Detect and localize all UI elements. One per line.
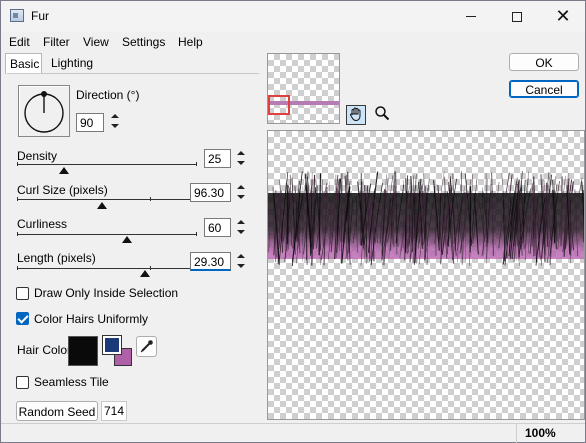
draw-only-inside-label[interactable]: Draw Only Inside Selection bbox=[34, 286, 178, 300]
eyedropper-icon bbox=[140, 340, 153, 353]
direction-spinner[interactable] bbox=[109, 112, 121, 131]
curliness-input[interactable]: 60 bbox=[204, 218, 231, 237]
density-slider-thumb[interactable] bbox=[59, 167, 69, 174]
seamless-tile-label[interactable]: Seamless Tile bbox=[34, 375, 109, 389]
close-icon: ✕ bbox=[555, 6, 571, 27]
menu-filter[interactable]: Filter bbox=[43, 35, 70, 49]
hand-pan-tool[interactable] bbox=[346, 105, 366, 125]
random-seed-input[interactable]: 714 bbox=[101, 401, 127, 421]
navigator-viewport-box[interactable] bbox=[268, 95, 290, 115]
spin-down-icon[interactable] bbox=[235, 159, 247, 168]
length-input[interactable]: 29.30 bbox=[190, 252, 231, 271]
length-slider[interactable] bbox=[17, 266, 197, 272]
spin-down-icon[interactable] bbox=[235, 228, 247, 237]
menu-settings[interactable]: Settings bbox=[122, 35, 165, 49]
spin-up-icon[interactable] bbox=[109, 112, 121, 121]
fur-preview-image bbox=[268, 171, 584, 267]
spin-up-icon[interactable] bbox=[235, 218, 247, 227]
fur-strand bbox=[518, 181, 520, 258]
curl-size-slider[interactable] bbox=[17, 197, 197, 203]
length-label: Length (pixels) bbox=[17, 251, 96, 265]
maximize-icon bbox=[512, 11, 522, 22]
tick bbox=[196, 162, 197, 166]
fur-strand bbox=[546, 182, 549, 247]
seamless-tile-checkbox[interactable] bbox=[16, 376, 29, 389]
minimize-button[interactable] bbox=[448, 1, 494, 32]
spin-down-icon[interactable] bbox=[109, 122, 121, 131]
zoom-tool[interactable] bbox=[372, 105, 392, 125]
spin-up-icon[interactable] bbox=[235, 252, 247, 261]
window-title: Fur bbox=[31, 9, 49, 23]
menu-view[interactable]: View bbox=[83, 35, 109, 49]
curl-size-label: Curl Size (pixels) bbox=[17, 183, 108, 197]
length-slider-thumb[interactable] bbox=[140, 270, 150, 277]
maximize-button[interactable] bbox=[494, 1, 540, 32]
menu-help[interactable]: Help bbox=[178, 35, 203, 49]
hand-pan-icon bbox=[350, 107, 361, 122]
density-spinner[interactable] bbox=[235, 149, 247, 168]
direction-dial[interactable] bbox=[18, 85, 70, 137]
menu-edit[interactable]: Edit bbox=[9, 35, 30, 49]
preview-navigator[interactable] bbox=[267, 53, 340, 124]
direction-dial-icon bbox=[24, 91, 64, 133]
minimize-icon bbox=[466, 16, 476, 18]
menu-bar: Edit Filter View Settings Help bbox=[1, 32, 585, 52]
title-bar: Fur ✕ bbox=[1, 1, 585, 32]
color-hairs-uniformly-checkbox[interactable] bbox=[16, 312, 29, 325]
fur-dialog: Fur ✕ Edit Filter View Settings Help Bas… bbox=[0, 0, 586, 443]
curl-size-spinner[interactable] bbox=[235, 183, 247, 202]
random-seed-button[interactable]: Random Seed bbox=[16, 401, 98, 421]
curliness-slider-thumb[interactable] bbox=[122, 236, 132, 243]
tick bbox=[150, 266, 151, 270]
draw-only-inside-checkbox[interactable] bbox=[16, 287, 29, 300]
zoom-level: 100% bbox=[516, 423, 585, 443]
curliness-label: Curliness bbox=[17, 217, 68, 231]
tab-lighting[interactable]: Lighting bbox=[47, 53, 95, 73]
fur-app-icon bbox=[10, 9, 24, 22]
density-slider[interactable] bbox=[17, 162, 197, 168]
curliness-spinner[interactable] bbox=[235, 218, 247, 237]
tick bbox=[17, 162, 18, 166]
tick bbox=[17, 266, 18, 270]
hair-color-swatch[interactable] bbox=[68, 336, 98, 366]
curl-size-input[interactable]: 96.30 bbox=[190, 183, 231, 202]
curl-size-slider-thumb[interactable] bbox=[97, 202, 107, 209]
close-button[interactable]: ✕ bbox=[540, 1, 586, 32]
spin-down-icon[interactable] bbox=[235, 193, 247, 202]
spin-up-icon[interactable] bbox=[235, 183, 247, 192]
tick bbox=[17, 197, 18, 201]
cancel-button[interactable]: Cancel bbox=[509, 80, 579, 98]
hair-color-label: Hair Color bbox=[17, 343, 72, 357]
direction-label: Direction (°) bbox=[76, 88, 140, 102]
color-hairs-uniformly-label[interactable]: Color Hairs Uniformly bbox=[34, 312, 148, 326]
density-label: Density bbox=[17, 149, 58, 163]
tab-basic[interactable]: Basic bbox=[5, 53, 42, 74]
direction-input[interactable]: 90 bbox=[76, 113, 104, 132]
curliness-slider[interactable] bbox=[17, 232, 197, 238]
spin-up-icon[interactable] bbox=[235, 149, 247, 158]
magnifier-icon bbox=[375, 106, 390, 121]
ok-button[interactable]: OK bbox=[509, 53, 579, 71]
length-spinner[interactable] bbox=[235, 252, 247, 271]
tick bbox=[196, 232, 197, 236]
tick bbox=[150, 197, 151, 201]
spin-down-icon[interactable] bbox=[235, 262, 247, 271]
tick bbox=[17, 232, 18, 236]
foreground-color-swatch[interactable] bbox=[102, 335, 122, 355]
eyedropper-button[interactable] bbox=[136, 336, 157, 357]
status-bar bbox=[1, 423, 585, 443]
density-input[interactable]: 25 bbox=[204, 149, 231, 168]
preview-canvas[interactable] bbox=[267, 130, 585, 420]
